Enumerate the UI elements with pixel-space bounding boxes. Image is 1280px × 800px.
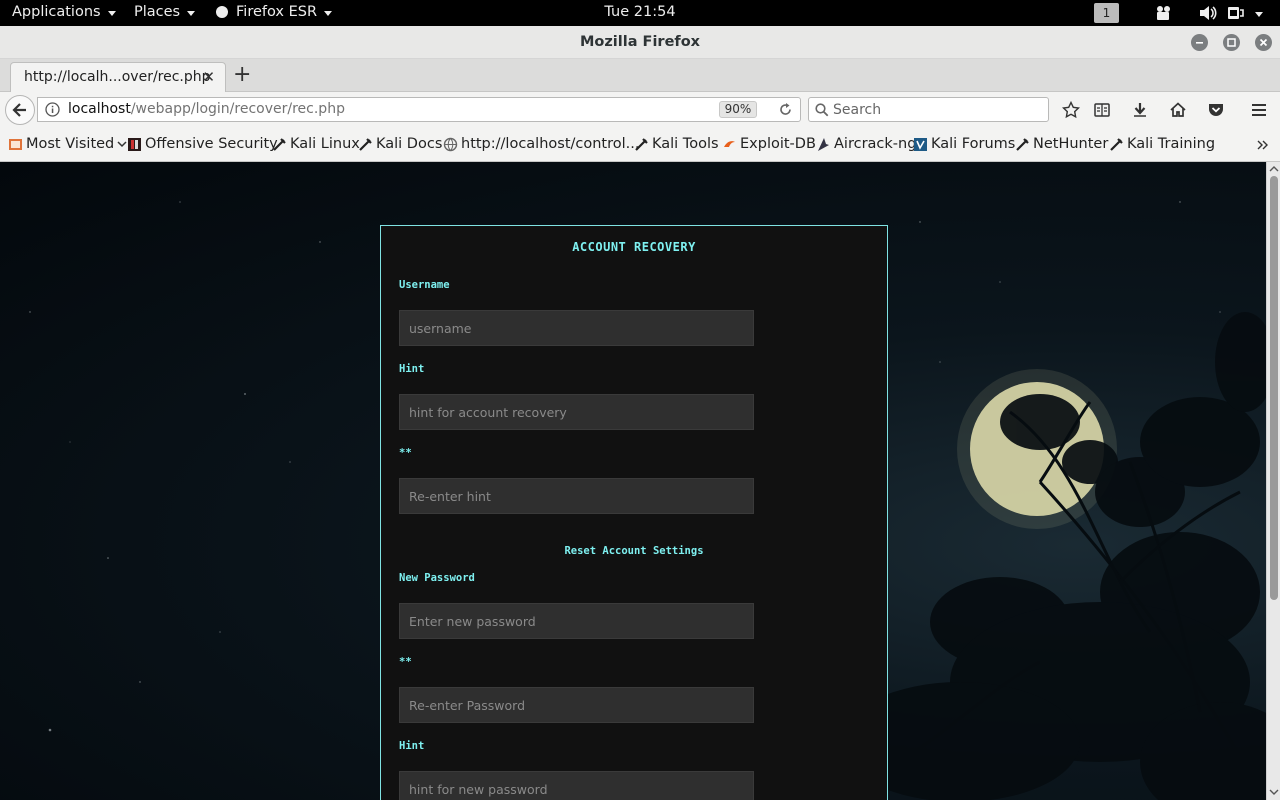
kali-icon — [359, 137, 372, 151]
bookmark-label: Aircrack-ng — [834, 136, 917, 152]
hint-confirm-label: ** — [399, 447, 412, 459]
password-confirm-label: ** — [399, 656, 412, 668]
url-bar[interactable]: localhost/webapp/login/recover/rec.php 9… — [37, 97, 801, 122]
bookmark-offensive-security[interactable]: Offensive Security — [127, 136, 278, 152]
exploitdb-icon — [724, 140, 735, 147]
bookmark-label: Kali Training — [1127, 136, 1216, 152]
window-title-bar: Mozilla Firefox — [0, 26, 1280, 59]
bookmark-star-icon[interactable] — [1062, 101, 1080, 119]
kali-icon — [1110, 137, 1123, 151]
url-host: localhost — [68, 101, 131, 117]
kali-icon — [635, 137, 648, 151]
bookmark-most-visited[interactable]: Most Visited — [8, 136, 127, 152]
bookmark-label: Exploit-DB — [740, 136, 816, 152]
new-password-label: New Password — [399, 572, 475, 584]
url-path: /webapp/login/recover/rec.php — [130, 101, 345, 117]
clock[interactable]: Tue 21:54 — [0, 4, 1280, 20]
new-hint-input[interactable] — [399, 771, 754, 800]
bookmark-label: NetHunter — [1033, 136, 1109, 152]
window-title: Mozilla Firefox — [579, 34, 701, 50]
bookmark-kali-forums[interactable]: Kali Forums — [913, 136, 1015, 152]
chevron-up-icon[interactable] — [1269, 165, 1279, 173]
reset-settings-heading: Reset Account Settings — [564, 545, 704, 557]
bookmark-label: Kali Forums — [931, 136, 1016, 152]
bookmark-localhost-control[interactable]: http://localhost/control... — [443, 136, 639, 152]
globe-icon — [443, 137, 458, 151]
hint-label: Hint — [399, 363, 425, 375]
bookmark-aircrack-ng[interactable]: Aircrack-ng — [816, 136, 916, 152]
bookmark-label: Kali Docs — [376, 136, 443, 152]
bookmark-label: Most Visited — [26, 136, 115, 152]
bookmark-kali-linux[interactable]: Kali Linux — [272, 136, 360, 152]
zoom-indicator[interactable]: 90% — [719, 101, 757, 118]
chevron-down-icon — [117, 140, 127, 147]
new-password-input[interactable] — [399, 603, 754, 639]
username-input[interactable] — [399, 310, 754, 346]
reload-icon[interactable] — [778, 102, 793, 117]
download-icon[interactable] — [1131, 101, 1149, 119]
hint-confirm-input[interactable] — [399, 478, 754, 514]
maximize-button[interactable] — [1223, 34, 1240, 51]
info-icon[interactable] — [45, 102, 60, 117]
volume-icon[interactable] — [1199, 5, 1217, 21]
username-label: Username — [399, 279, 450, 291]
tab-rec-php[interactable]: http://localh...over/rec.php ✕ — [10, 62, 226, 93]
bookmark-kali-training[interactable]: Kali Training — [1109, 136, 1215, 152]
url-text: localhost/webapp/login/recover/rec.php — [68, 101, 345, 117]
close-tab-icon[interactable]: ✕ — [202, 68, 215, 86]
video-camera-icon[interactable] — [1155, 5, 1173, 21]
workspace-indicator[interactable]: 1 — [1094, 3, 1119, 23]
aircrack-icon — [818, 137, 829, 151]
new-hint-label: Hint — [399, 740, 425, 752]
most-visited-icon — [9, 138, 22, 150]
bookmark-kali-docs[interactable]: Kali Docs — [358, 136, 442, 152]
maximize-icon — [1227, 38, 1236, 47]
minimize-icon — [1196, 42, 1203, 44]
bookmark-nethunter[interactable]: NetHunter — [1015, 136, 1108, 152]
reading-list-icon[interactable] — [1093, 101, 1111, 119]
search-bar[interactable] — [808, 97, 1049, 122]
tab-strip: http://localh...over/rec.php ✕ + — [0, 59, 1280, 93]
chevron-down-icon[interactable] — [1255, 12, 1263, 17]
chevron-double-right-icon[interactable] — [1257, 140, 1269, 150]
navigation-toolbar: localhost/webapp/login/recover/rec.php 9… — [0, 92, 1280, 127]
tab-title: http://localh...over/rec.php — [24, 69, 211, 85]
chevron-down-icon[interactable] — [1269, 788, 1279, 796]
new-tab-button[interactable]: + — [233, 63, 251, 87]
kali-forums-icon — [914, 137, 927, 151]
search-icon — [815, 103, 829, 117]
power-icon[interactable] — [1227, 5, 1245, 21]
hamburger-menu-icon[interactable] — [1250, 101, 1268, 119]
close-icon — [1259, 38, 1268, 47]
kali-icon — [273, 137, 286, 151]
search-input[interactable] — [833, 99, 1043, 120]
bookmark-label: Offensive Security — [145, 136, 278, 152]
bookmark-kali-tools[interactable]: Kali Tools — [634, 136, 719, 152]
offsec-icon — [128, 137, 141, 151]
scrollbar-thumb[interactable] — [1270, 176, 1278, 600]
pocket-icon[interactable] — [1207, 101, 1225, 119]
kali-icon — [1016, 137, 1029, 151]
bookmark-label: http://localhost/control... — [461, 136, 640, 152]
close-window-button[interactable] — [1255, 34, 1272, 51]
bookmarks-toolbar: Most Visited Offensive Security Kali Lin… — [0, 127, 1280, 162]
bookmark-exploit-db[interactable]: Exploit-DB — [722, 136, 816, 152]
bookmark-label: Kali Tools — [652, 136, 719, 152]
minimize-button[interactable] — [1191, 34, 1208, 51]
hint-input[interactable] — [399, 394, 754, 430]
form-title: ACCOUNT RECOVERY — [572, 240, 696, 254]
back-button[interactable] — [5, 95, 35, 125]
page-content: ACCOUNT RECOVERY Username Hint ** Reset … — [0, 162, 1266, 800]
bookmark-label: Kali Linux — [290, 136, 360, 152]
password-confirm-input[interactable] — [399, 687, 754, 723]
gnome-top-bar: Applications Places Firefox ESR Tue 21:5… — [0, 0, 1280, 26]
home-icon[interactable] — [1169, 101, 1187, 119]
account-recovery-form: ACCOUNT RECOVERY Username Hint ** Reset … — [380, 225, 888, 800]
arrow-left-icon — [12, 103, 26, 117]
page-scrollbar[interactable] — [1266, 162, 1280, 800]
